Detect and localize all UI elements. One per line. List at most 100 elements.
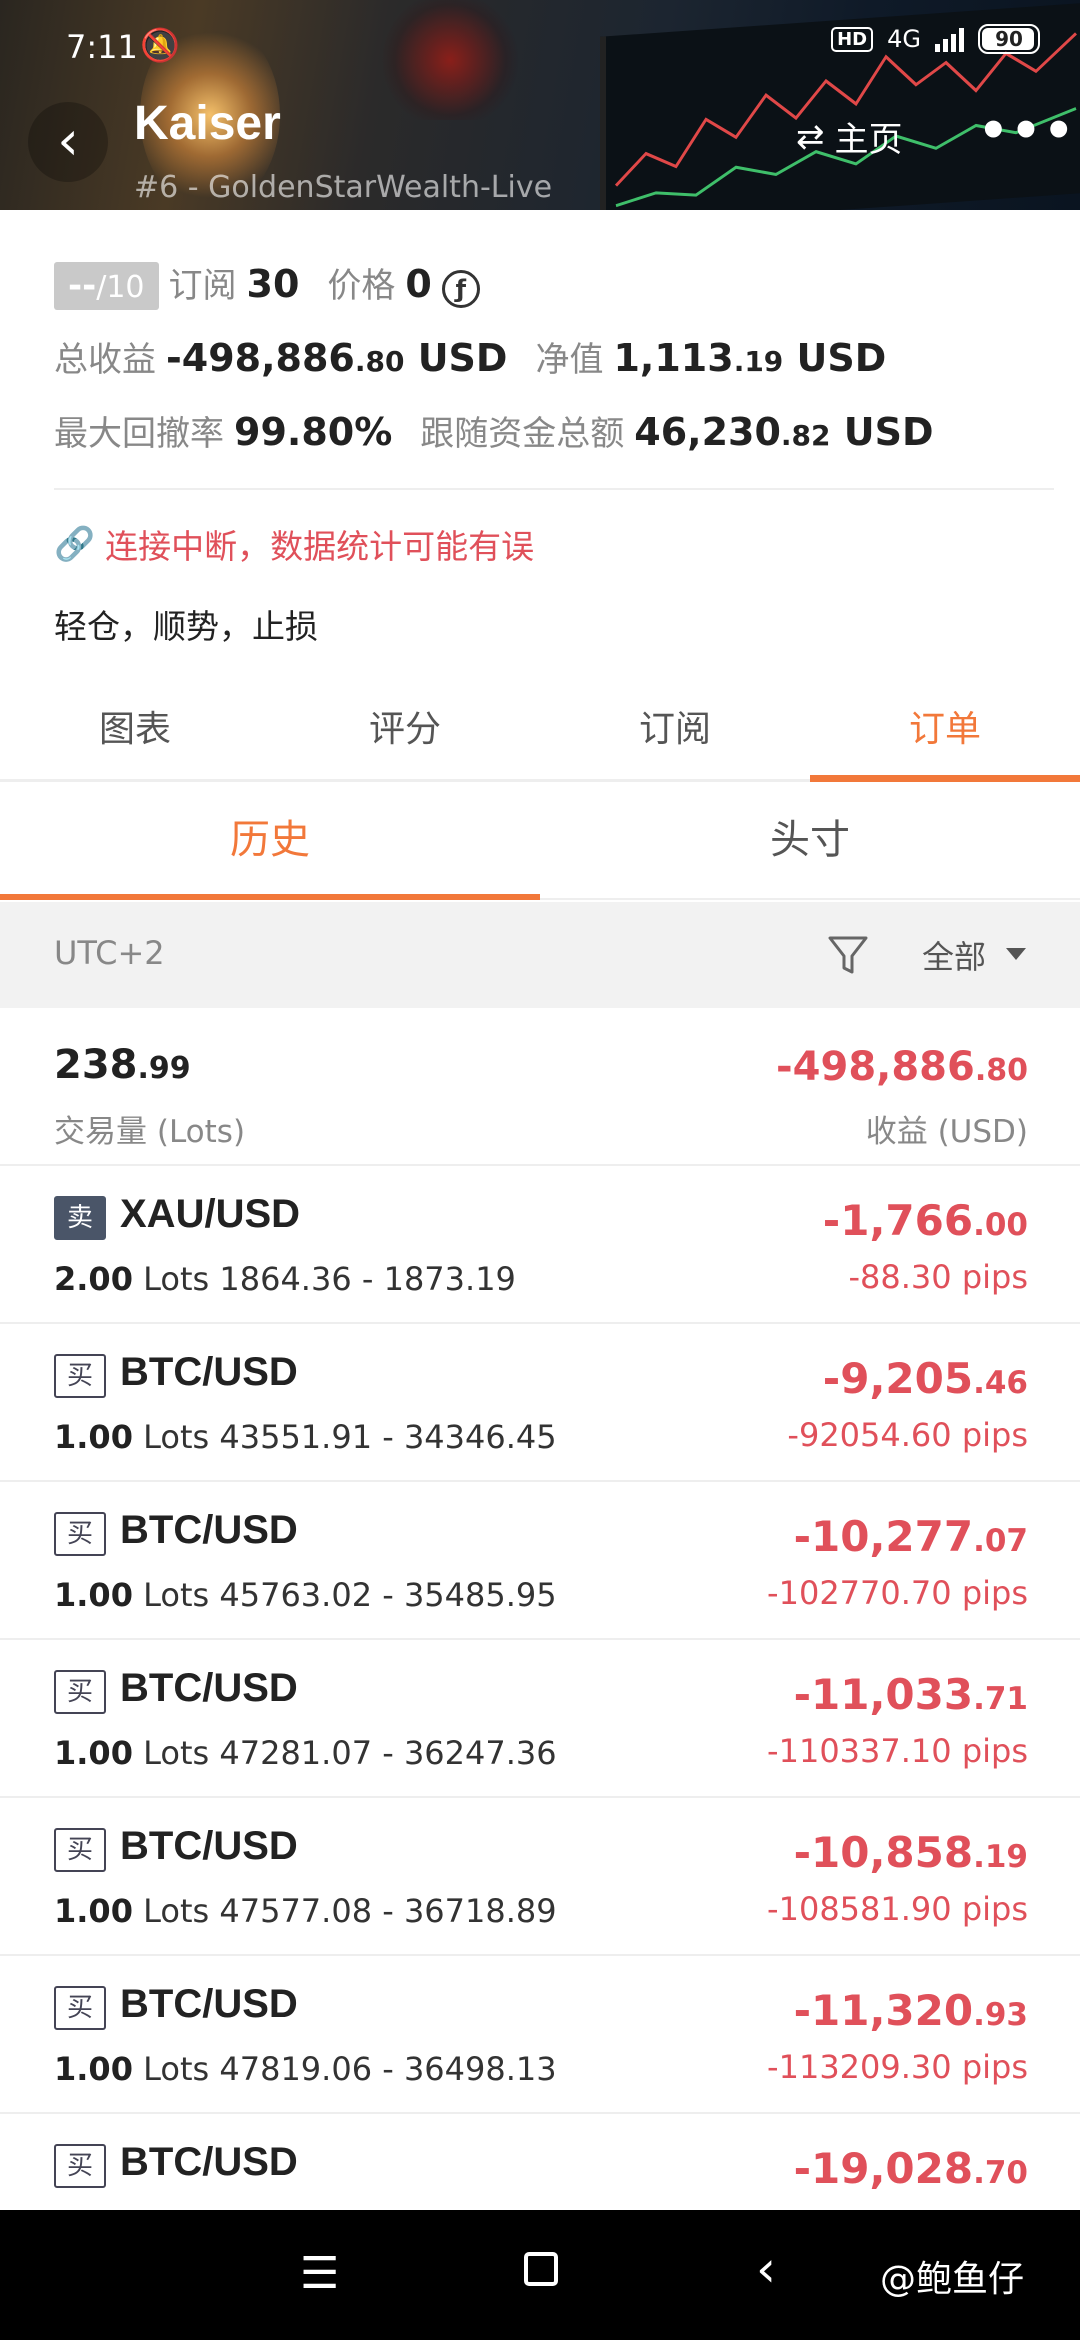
order-pips: -108581.90 pips <box>767 1890 1028 1928</box>
order-row[interactable]: 买 BTC/USD 1.00 Lots 45763.02 - 35485.95 … <box>0 1482 1080 1640</box>
home-button[interactable]: ⇄ 主页 <box>796 112 903 161</box>
follow-funds-value: 46,230.82 USD <box>634 410 934 454</box>
tab-chart[interactable]: 图表 <box>0 690 270 779</box>
timezone-label: UTC+2 <box>54 934 165 972</box>
chevron-down-icon <box>1006 948 1026 960</box>
order-row[interactable]: 买 BTC/USD 1.00 Lots 47577.08 - 36718.89 … <box>0 1798 1080 1956</box>
order-pips: -110337.10 pips <box>767 1732 1028 1770</box>
total-pnl-label: 收益 (USD) <box>865 1114 1028 1150</box>
side-badge: 买 <box>54 1512 106 1556</box>
total-lots-label: 交易量 (Lots) <box>54 1114 246 1150</box>
order-row[interactable]: 买 BTC/USD 1.00 Lots 47819.06 - 36498.13 … <box>0 1956 1080 2114</box>
price-label: 价格 <box>327 266 396 306</box>
order-symbol: BTC/USD <box>120 1824 298 1868</box>
order-profit: -10,858.19 <box>793 1828 1028 1877</box>
order-row[interactable]: 卖 XAU/USD 2.00 Lots 1864.36 - 1873.19 -1… <box>0 1166 1080 1324</box>
order-pips: -113209.30 pips <box>767 2048 1028 2086</box>
follow-funds-label: 跟随资金总额 <box>420 414 625 454</box>
system-nav-bar: ☰ ‹ @鲍鱼仔 <box>0 2210 1080 2340</box>
tab-subscription[interactable]: 订阅 <box>540 690 810 779</box>
home-label: 主页 <box>834 120 903 160</box>
hd-icon: HD <box>831 26 874 52</box>
scope-dropdown[interactable]: 全部 <box>922 932 986 978</box>
main-tabs: 图表 评分 订阅 订单 <box>0 690 1080 782</box>
page-title: Kaiser <box>134 97 281 150</box>
order-details: 1.00 Lots 43551.91 - 34346.45 <box>54 1418 557 1456</box>
battery-level: 90 <box>995 27 1023 51</box>
order-profit: -1,766.00 <box>822 1196 1028 1245</box>
order-profit: -11,033.71 <box>793 1670 1028 1719</box>
total-pnl: -498,886.80 <box>776 1044 1028 1090</box>
watermark: @鲍鱼仔 <box>880 2259 1025 2300</box>
total-lots: 238.99 <box>54 1042 191 1088</box>
tab-rating[interactable]: 评分 <box>270 690 540 779</box>
subscribe-label: 订阅 <box>168 266 237 306</box>
history-summary: 238.99 交易量 (Lots) -498,886.80 收益 (USD) <box>0 1008 1080 1166</box>
battery-icon: 90 <box>978 24 1040 54</box>
back-button[interactable]: ‹ <box>28 102 108 182</box>
order-profit: -19,028.70 <box>793 2144 1028 2193</box>
strategy-motto: 轻仓，顺势，止损 <box>54 607 318 646</box>
net-value: 1,113.19 USD <box>613 336 887 380</box>
order-details: 1.00 Lots 47281.07 - 36247.36 <box>54 1734 557 1772</box>
account-subtitle: #6 - GoldenStarWealth-Live <box>134 170 553 205</box>
back-arrow-icon: ‹ <box>57 109 79 172</box>
order-profit: -11,320.93 <box>793 1986 1028 2035</box>
mute-bell-icon: 🔕 <box>140 26 180 64</box>
order-symbol: BTC/USD <box>120 1982 298 2026</box>
side-badge: 买 <box>54 1354 106 1398</box>
order-symbol: BTC/USD <box>120 2140 298 2184</box>
filter-bar: UTC+2 全部 <box>0 902 1080 1008</box>
side-badge: 卖 <box>54 1196 106 1240</box>
tab-orders[interactable]: 订单 <box>810 690 1080 782</box>
broken-link-icon: 🔗 <box>54 524 96 563</box>
connection-warning: 🔗 连接中断，数据统计可能有误 <box>54 520 534 568</box>
score-badge: --/10 <box>54 262 159 310</box>
drawdown-value: 99.80% <box>234 410 393 454</box>
side-badge: 买 <box>54 1670 106 1714</box>
coin-icon: ƒ <box>441 270 480 308</box>
order-profit: -10,277.07 <box>793 1512 1028 1561</box>
total-profit-value: -498,886.80 USD <box>166 336 508 380</box>
signal-icon <box>935 26 964 52</box>
filter-icon[interactable] <box>826 932 870 978</box>
total-profit-label: 总收益 <box>54 340 156 380</box>
subtab-history[interactable]: 历史 <box>0 784 540 900</box>
side-badge: 买 <box>54 1828 106 1872</box>
order-symbol: BTC/USD <box>120 1350 298 1394</box>
network-type: 4G <box>887 25 921 53</box>
menu-icon[interactable]: ☰ <box>300 2248 339 2299</box>
drawdown-label: 最大回撤率 <box>54 414 224 454</box>
subscribe-count: 30 <box>246 262 300 306</box>
order-profit: -9,205.46 <box>822 1354 1028 1403</box>
order-symbol: BTC/USD <box>120 1666 298 1710</box>
swap-icon: ⇄ <box>796 116 825 157</box>
order-pips: -92054.60 pips <box>787 1416 1028 1454</box>
order-list: 卖 XAU/USD 2.00 Lots 1864.36 - 1873.19 -1… <box>0 1166 1080 2272</box>
net-value-label: 净值 <box>535 340 604 380</box>
status-time: 7:11 <box>66 28 138 66</box>
warning-text: 连接中断，数据统计可能有误 <box>105 527 535 566</box>
order-symbol: BTC/USD <box>120 1508 298 1552</box>
back-nav-icon[interactable]: ‹ <box>756 2240 776 2298</box>
stats-panel: --/10 订阅 30 价格 0 ƒ 总收益 -498,886.80 USD 净… <box>54 258 1040 480</box>
price-value: 0 <box>405 262 432 306</box>
more-options-icon[interactable]: ••• <box>978 107 1076 155</box>
side-badge: 买 <box>54 1986 106 2030</box>
order-row[interactable]: 买 BTC/USD 1.00 Lots 43551.91 - 34346.45 … <box>0 1324 1080 1482</box>
divider <box>54 488 1054 490</box>
side-badge: 买 <box>54 2144 106 2188</box>
order-details: 1.00 Lots 47577.08 - 36718.89 <box>54 1892 557 1930</box>
order-details: 1.00 Lots 45763.02 - 35485.95 <box>54 1576 557 1614</box>
order-details: 2.00 Lots 1864.36 - 1873.19 <box>54 1260 516 1298</box>
order-details: 1.00 Lots 47819.06 - 36498.13 <box>54 2050 557 2088</box>
order-pips: -102770.70 pips <box>767 1574 1028 1612</box>
status-bar: 7:11 🔕 HD 4G 90 <box>66 24 1040 68</box>
order-pips: -88.30 pips <box>848 1258 1028 1296</box>
order-subtabs: 历史 头寸 <box>0 784 1080 900</box>
order-row[interactable]: 买 BTC/USD 1.00 Lots 47281.07 - 36247.36 … <box>0 1640 1080 1798</box>
profile-header: 7:11 🔕 HD 4G 90 ‹ Kaiser #6 - GoldenStar… <box>0 0 1080 210</box>
home-square-icon[interactable] <box>524 2252 558 2286</box>
subtab-positions[interactable]: 头寸 <box>540 784 1080 898</box>
order-symbol: XAU/USD <box>120 1192 301 1236</box>
